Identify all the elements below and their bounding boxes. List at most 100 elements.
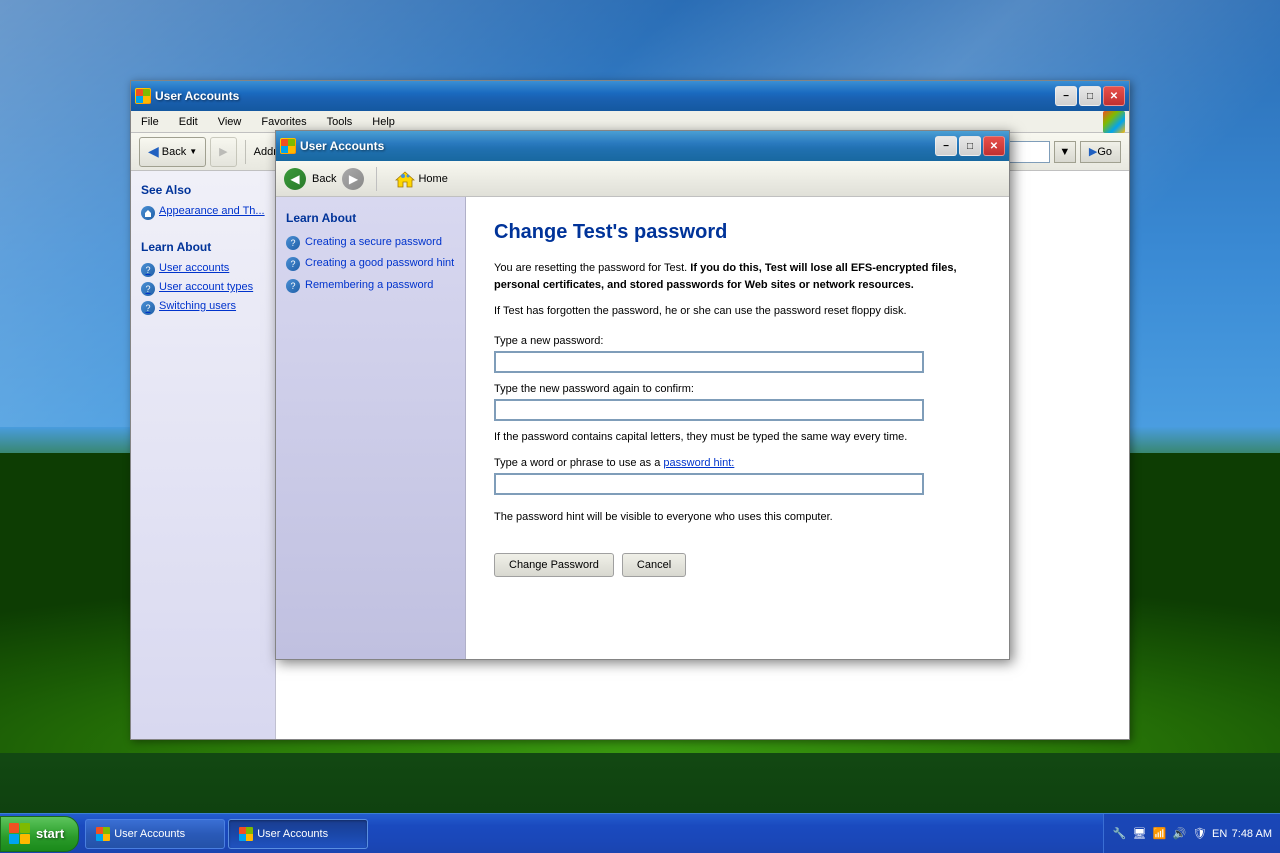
dialog-back-label[interactable]: Back (312, 173, 336, 185)
dialog-sidebar-title: Learn About (286, 211, 455, 225)
home-icon (395, 170, 415, 188)
creating-good-link-label: Creating a good password hint (305, 256, 454, 271)
dialog-sidebar: Learn About ? Creating a secure password… (276, 197, 466, 659)
new-password-label: Type a new password: (494, 335, 981, 347)
taskbar-time: 7:48 AM (1232, 828, 1272, 840)
taskbar-item-0[interactable]: User Accounts (85, 819, 225, 849)
taskbar-item-0-label: User Accounts (114, 828, 185, 840)
dialog-maximize-button[interactable]: □ (959, 136, 981, 156)
appearance-link[interactable]: Appearance and Th... (141, 205, 265, 220)
dialog-minimize-button[interactable]: − (935, 136, 957, 156)
remembering-link-icon: ? (286, 279, 300, 293)
appearance-link-label: Appearance and Th... (159, 205, 265, 217)
go-label: Go (1097, 146, 1112, 158)
main-window-controls: − □ ✕ (1055, 86, 1125, 106)
switching-users-link-label: Switching users (159, 300, 236, 312)
tray-volume-icon: 🔊 (1172, 826, 1188, 842)
taskbar-item-1[interactable]: User Accounts (228, 819, 368, 849)
capital-note: If the password contains capital letters… (494, 431, 981, 443)
taskbar-tray: 🔧 🖥 📶 🔊 🛡 EN 7:48 AM (1103, 814, 1280, 853)
form-forgot-note: If Test has forgotten the password, he o… (494, 305, 981, 317)
main-sidebar: See Also Appearance and Th... Learn Abou… (131, 171, 276, 739)
hint-note: The password hint will be visible to eve… (494, 511, 981, 523)
tray-lang-icon: EN (1212, 826, 1228, 842)
learn-about-section: Learn About ? User accounts ? User accou… (141, 240, 265, 315)
main-window-titlebar: User Accounts − □ ✕ (131, 81, 1129, 111)
form-description-pre: You are resetting the password for Test. (494, 262, 687, 274)
tray-network-icon: 📶 (1152, 826, 1168, 842)
dialog-title-icon (280, 138, 296, 154)
dialog-toolbar: ◀ Back ▶ Home (276, 161, 1009, 197)
toolbar-separator (245, 140, 246, 164)
taskbar: start User Accounts User Accounts 🔧 🖥 (0, 813, 1280, 853)
home-label: Home (418, 173, 447, 185)
dialog-close-button[interactable]: ✕ (983, 136, 1005, 156)
start-label: start (36, 826, 64, 841)
appearance-link-icon (141, 206, 155, 220)
dialog-form-area: Change Test's password You are resetting… (466, 197, 1009, 659)
hint-label: Type a word or phrase to use as a passwo… (494, 457, 981, 469)
tray-tool-icon: 🔧 (1112, 826, 1128, 842)
taskbar-item-1-icon (239, 827, 253, 841)
creating-secure-link[interactable]: ? Creating a secure password (286, 235, 455, 250)
maximize-button[interactable]: □ (1079, 86, 1101, 106)
learn-about-title: Learn About (141, 240, 265, 254)
dialog-xp-flag-icon (281, 139, 295, 153)
menu-help[interactable]: Help (366, 114, 401, 130)
tray-monitor-icon: 🖥 (1132, 826, 1148, 842)
close-button[interactable]: ✕ (1103, 86, 1125, 106)
change-password-button[interactable]: Change Password (494, 553, 614, 577)
toolbar-divider (376, 167, 377, 191)
see-also-section: See Also Appearance and Th... (141, 183, 265, 220)
home-button[interactable]: Home (389, 168, 453, 190)
taskbar-item-0-icon (96, 827, 110, 841)
remembering-link[interactable]: ? Remembering a password (286, 278, 455, 293)
address-dropdown[interactable]: ▼ (1054, 141, 1076, 163)
user-accounts-link-label: User accounts (159, 262, 229, 274)
desktop: User Accounts − □ ✕ File Edit View Favor… (0, 0, 1280, 853)
form-title: Change Test's password (494, 221, 981, 244)
xp-flag-icon (136, 89, 150, 103)
switching-users-link-icon: ? (141, 301, 155, 315)
main-window-icon (135, 88, 151, 104)
user-accounts-link[interactable]: ? User accounts (141, 262, 265, 277)
user-account-types-link-label: User account types (159, 281, 253, 293)
main-window-title: User Accounts (155, 89, 1051, 103)
ie-logo-icon (1103, 111, 1125, 133)
menu-tools[interactable]: Tools (321, 114, 359, 130)
forward-button[interactable]: ▶ (210, 137, 236, 167)
go-button[interactable]: ▶ Go (1080, 141, 1121, 163)
back-arrow-icon: ◀ (148, 143, 159, 160)
back-label: Back (162, 146, 186, 158)
creating-secure-link-icon: ? (286, 236, 300, 250)
user-accounts-link-icon: ? (141, 263, 155, 277)
tray-security-icon: 🛡 (1192, 826, 1208, 842)
back-dropdown-icon[interactable]: ▼ (189, 147, 197, 156)
start-button[interactable]: start (0, 816, 79, 852)
minimize-button[interactable]: − (1055, 86, 1077, 106)
forward-arrow-icon: ▶ (219, 145, 227, 158)
user-account-types-link-icon: ? (141, 282, 155, 296)
go-arrow-icon: ▶ (1089, 145, 1097, 158)
dialog-title-text: User Accounts (300, 139, 931, 153)
dialog-back-button[interactable]: ◀ (284, 168, 306, 190)
menu-file[interactable]: File (135, 114, 165, 130)
menu-favorites[interactable]: Favorites (255, 114, 312, 130)
back-button[interactable]: ◀ Back ▼ (139, 137, 206, 167)
dialog-forward-button[interactable]: ▶ (342, 168, 364, 190)
confirm-password-label: Type the new password again to confirm: (494, 383, 981, 395)
taskbar-items: User Accounts User Accounts (85, 814, 1102, 853)
hint-link[interactable]: password hint: (663, 457, 734, 469)
confirm-password-input[interactable] (494, 399, 924, 421)
creating-good-link[interactable]: ? Creating a good password hint (286, 256, 455, 271)
menu-edit[interactable]: Edit (173, 114, 204, 130)
see-also-title: See Also (141, 183, 265, 197)
hint-input[interactable] (494, 473, 924, 495)
cancel-button[interactable]: Cancel (622, 553, 686, 577)
menu-view[interactable]: View (212, 114, 248, 130)
remembering-link-label: Remembering a password (305, 278, 433, 293)
switching-users-link[interactable]: ? Switching users (141, 300, 265, 315)
taskbar-item-1-label: User Accounts (257, 828, 328, 840)
new-password-input[interactable] (494, 351, 924, 373)
user-account-types-link[interactable]: ? User account types (141, 281, 265, 296)
